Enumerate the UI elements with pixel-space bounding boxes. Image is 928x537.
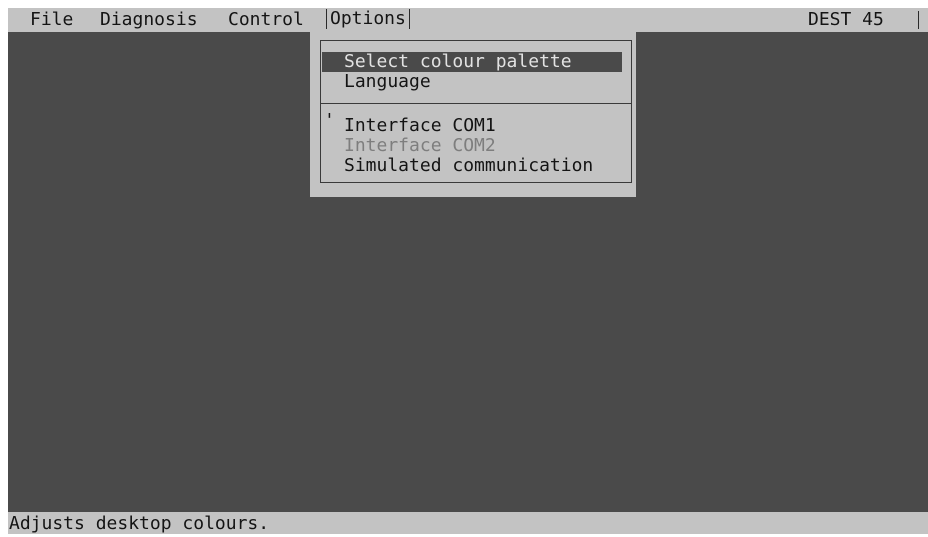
- check-mark-icon: ': [324, 110, 335, 131]
- menu-item-select-colour-palette[interactable]: Select colour palette: [322, 52, 622, 72]
- menu-item-label: Simulated communication: [344, 155, 594, 176]
- dropdown-separator: [320, 103, 632, 104]
- menu-item-label: Interface COM1: [344, 115, 496, 136]
- menu-options[interactable]: Options: [326, 9, 410, 29]
- menu-item-language[interactable]: Language: [322, 72, 622, 92]
- menu-bar-divider: [918, 11, 919, 29]
- status-text: Adjusts desktop colours.: [9, 513, 270, 534]
- menu-item-interface-com2: Interface COM2: [322, 136, 622, 156]
- menu-item-label: Interface COM2: [344, 135, 496, 156]
- status-bar: Adjusts desktop colours.: [8, 512, 928, 534]
- menu-file[interactable]: File: [30, 9, 73, 31]
- menu-item-simulated-communication[interactable]: Simulated communication: [322, 156, 622, 176]
- menu-control[interactable]: Control: [228, 9, 304, 31]
- menu-item-label: Select colour palette: [344, 51, 572, 72]
- options-dropdown-menu: Select colour palette Language ' Interfa…: [310, 32, 636, 197]
- dos-screen: File Diagnosis Control Options DEST 45 S…: [8, 8, 928, 534]
- menu-item-interface-com1[interactable]: ' Interface COM1: [322, 111, 622, 136]
- device-label: DEST 45: [808, 9, 884, 30]
- menu-bar: File Diagnosis Control Options DEST 45: [8, 8, 928, 32]
- menu-diagnosis[interactable]: Diagnosis: [100, 9, 198, 31]
- menu-item-label: Language: [344, 71, 431, 92]
